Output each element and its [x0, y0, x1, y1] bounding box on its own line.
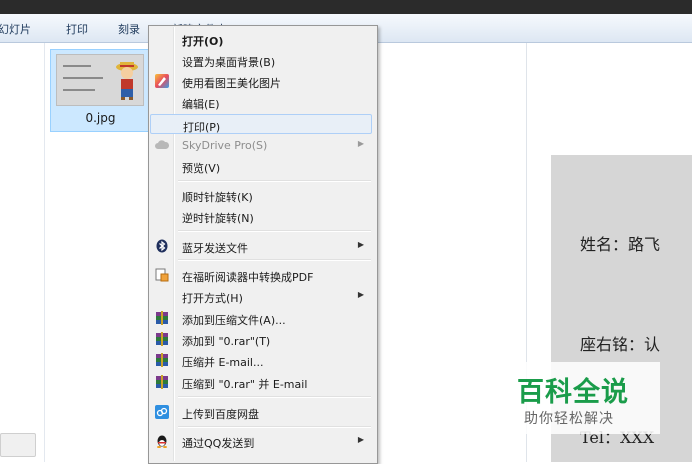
toolbar-burn-button[interactable]: 刻录: [118, 21, 140, 37]
menu-item-label: 打印(P): [183, 121, 221, 134]
menu-separator: [178, 180, 371, 182]
menu-item-skydrive-pro[interactable]: SkyDrive Pro(S) ▶: [150, 135, 372, 155]
menu-separator: [178, 259, 371, 261]
submenu-arrow-icon: ▶: [357, 240, 364, 249]
menu-item-rotate-counterclockwise[interactable]: 逆时针旋转(N): [150, 206, 372, 226]
menu-item-rotate-clockwise[interactable]: 顺时针旋转(K): [150, 185, 372, 205]
pdf-convert-icon: [154, 267, 170, 283]
menu-item-beautify-image[interactable]: 使用看图王美化图片: [150, 71, 372, 91]
menu-item-open[interactable]: 打开(O): [150, 29, 372, 49]
menu-item-label: 顺时针旋转(K): [182, 191, 253, 204]
window-top-strip: [0, 0, 692, 14]
menu-item-label: 打开方式(H): [182, 292, 243, 305]
menu-item-label: 压缩到 "0.rar" 并 E-mail: [182, 378, 308, 391]
menu-separator: [178, 426, 371, 428]
preview-line-motto: 座右铭：认: [580, 335, 661, 354]
menu-item-label: 添加到 "0.rar"(T): [182, 335, 271, 348]
winrar-icon: [154, 331, 170, 347]
toolbar-slideshow-button[interactable]: 幻灯片: [0, 21, 31, 37]
cartoon-figure-icon: [116, 62, 138, 100]
file-thumbnail[interactable]: [56, 54, 144, 106]
watermark-subtitle: 助你轻松解决: [524, 411, 614, 427]
bluetooth-icon: [154, 238, 170, 254]
submenu-arrow-icon: ▶: [357, 139, 364, 148]
navigation-pane: [0, 43, 45, 462]
image-beautify-icon: [154, 73, 170, 89]
menu-separator: [178, 230, 371, 232]
toolbar-print-button[interactable]: 打印: [66, 21, 88, 37]
menu-item-send-via-qq[interactable]: 通过QQ发送到 ▶: [150, 431, 372, 451]
menu-item-open-with[interactable]: 打开方式(H) ▶: [150, 286, 372, 306]
menu-item-preview[interactable]: 预览(V): [150, 156, 372, 176]
menu-item-label: 预览(V): [182, 162, 221, 175]
skydrive-cloud-icon: [154, 137, 170, 153]
thumbnail-text-line: [63, 65, 91, 67]
menu-item-label: 编辑(E): [182, 98, 220, 111]
menu-separator: [178, 396, 371, 398]
menu-item-label: 压缩并 E-mail...: [182, 356, 264, 369]
menu-item-label: 通过QQ发送到: [182, 437, 255, 450]
menu-item-label: 使用看图王美化图片: [182, 77, 281, 90]
menu-item-label: 蓝牙发送文件: [182, 242, 248, 255]
file-name-label: 0.jpg: [85, 111, 116, 125]
menu-item-convert-to-pdf[interactable]: 在福昕阅读器中转换成PDF: [150, 265, 372, 285]
menu-item-label: 添加到压缩文件(A)...: [182, 314, 286, 327]
menu-item-edit[interactable]: 编辑(E): [150, 92, 372, 112]
thumbnail-text-line: [63, 77, 103, 79]
menu-item-label: 设置为桌面背景(B): [182, 56, 276, 69]
menu-item-label: 在福昕阅读器中转换成PDF: [182, 271, 314, 284]
menu-item-label: 上传到百度网盘: [182, 408, 259, 421]
menu-item-add-to-archive[interactable]: 添加到压缩文件(A)...: [150, 308, 372, 328]
menu-item-upload-baidu-netdisk[interactable]: 上传到百度网盘: [150, 402, 372, 422]
winrar-icon: [154, 310, 170, 326]
qq-icon: [154, 433, 170, 449]
menu-item-label: 逆时针旋转(N): [182, 212, 254, 225]
menu-item-add-to-rar[interactable]: 添加到 "0.rar"(T): [150, 329, 372, 349]
submenu-arrow-icon: ▶: [357, 290, 364, 299]
menu-item-label: 打开(O): [182, 35, 224, 48]
thumbnail-text-line: [63, 89, 95, 91]
menu-item-compress-to-rar-and-email[interactable]: 压缩到 "0.rar" 并 E-mail: [150, 372, 372, 392]
menu-item-compress-and-email[interactable]: 压缩并 E-mail...: [150, 350, 372, 370]
menu-item-set-desktop-background[interactable]: 设置为桌面背景(B): [150, 50, 372, 70]
preview-line-name: 姓名：路飞: [580, 235, 661, 254]
watermark-title: 百科全说: [517, 377, 629, 408]
winrar-icon: [154, 352, 170, 368]
navigation-scrollbar[interactable]: [0, 433, 36, 457]
menu-item-label: SkyDrive Pro(S): [182, 139, 268, 152]
baidu-netdisk-icon: [154, 404, 170, 420]
menu-item-print[interactable]: 打印(P): [150, 114, 372, 134]
submenu-arrow-icon: ▶: [357, 435, 364, 444]
winrar-icon: [154, 374, 170, 390]
menu-item-bluetooth-send[interactable]: 蓝牙发送文件 ▶: [150, 236, 372, 256]
